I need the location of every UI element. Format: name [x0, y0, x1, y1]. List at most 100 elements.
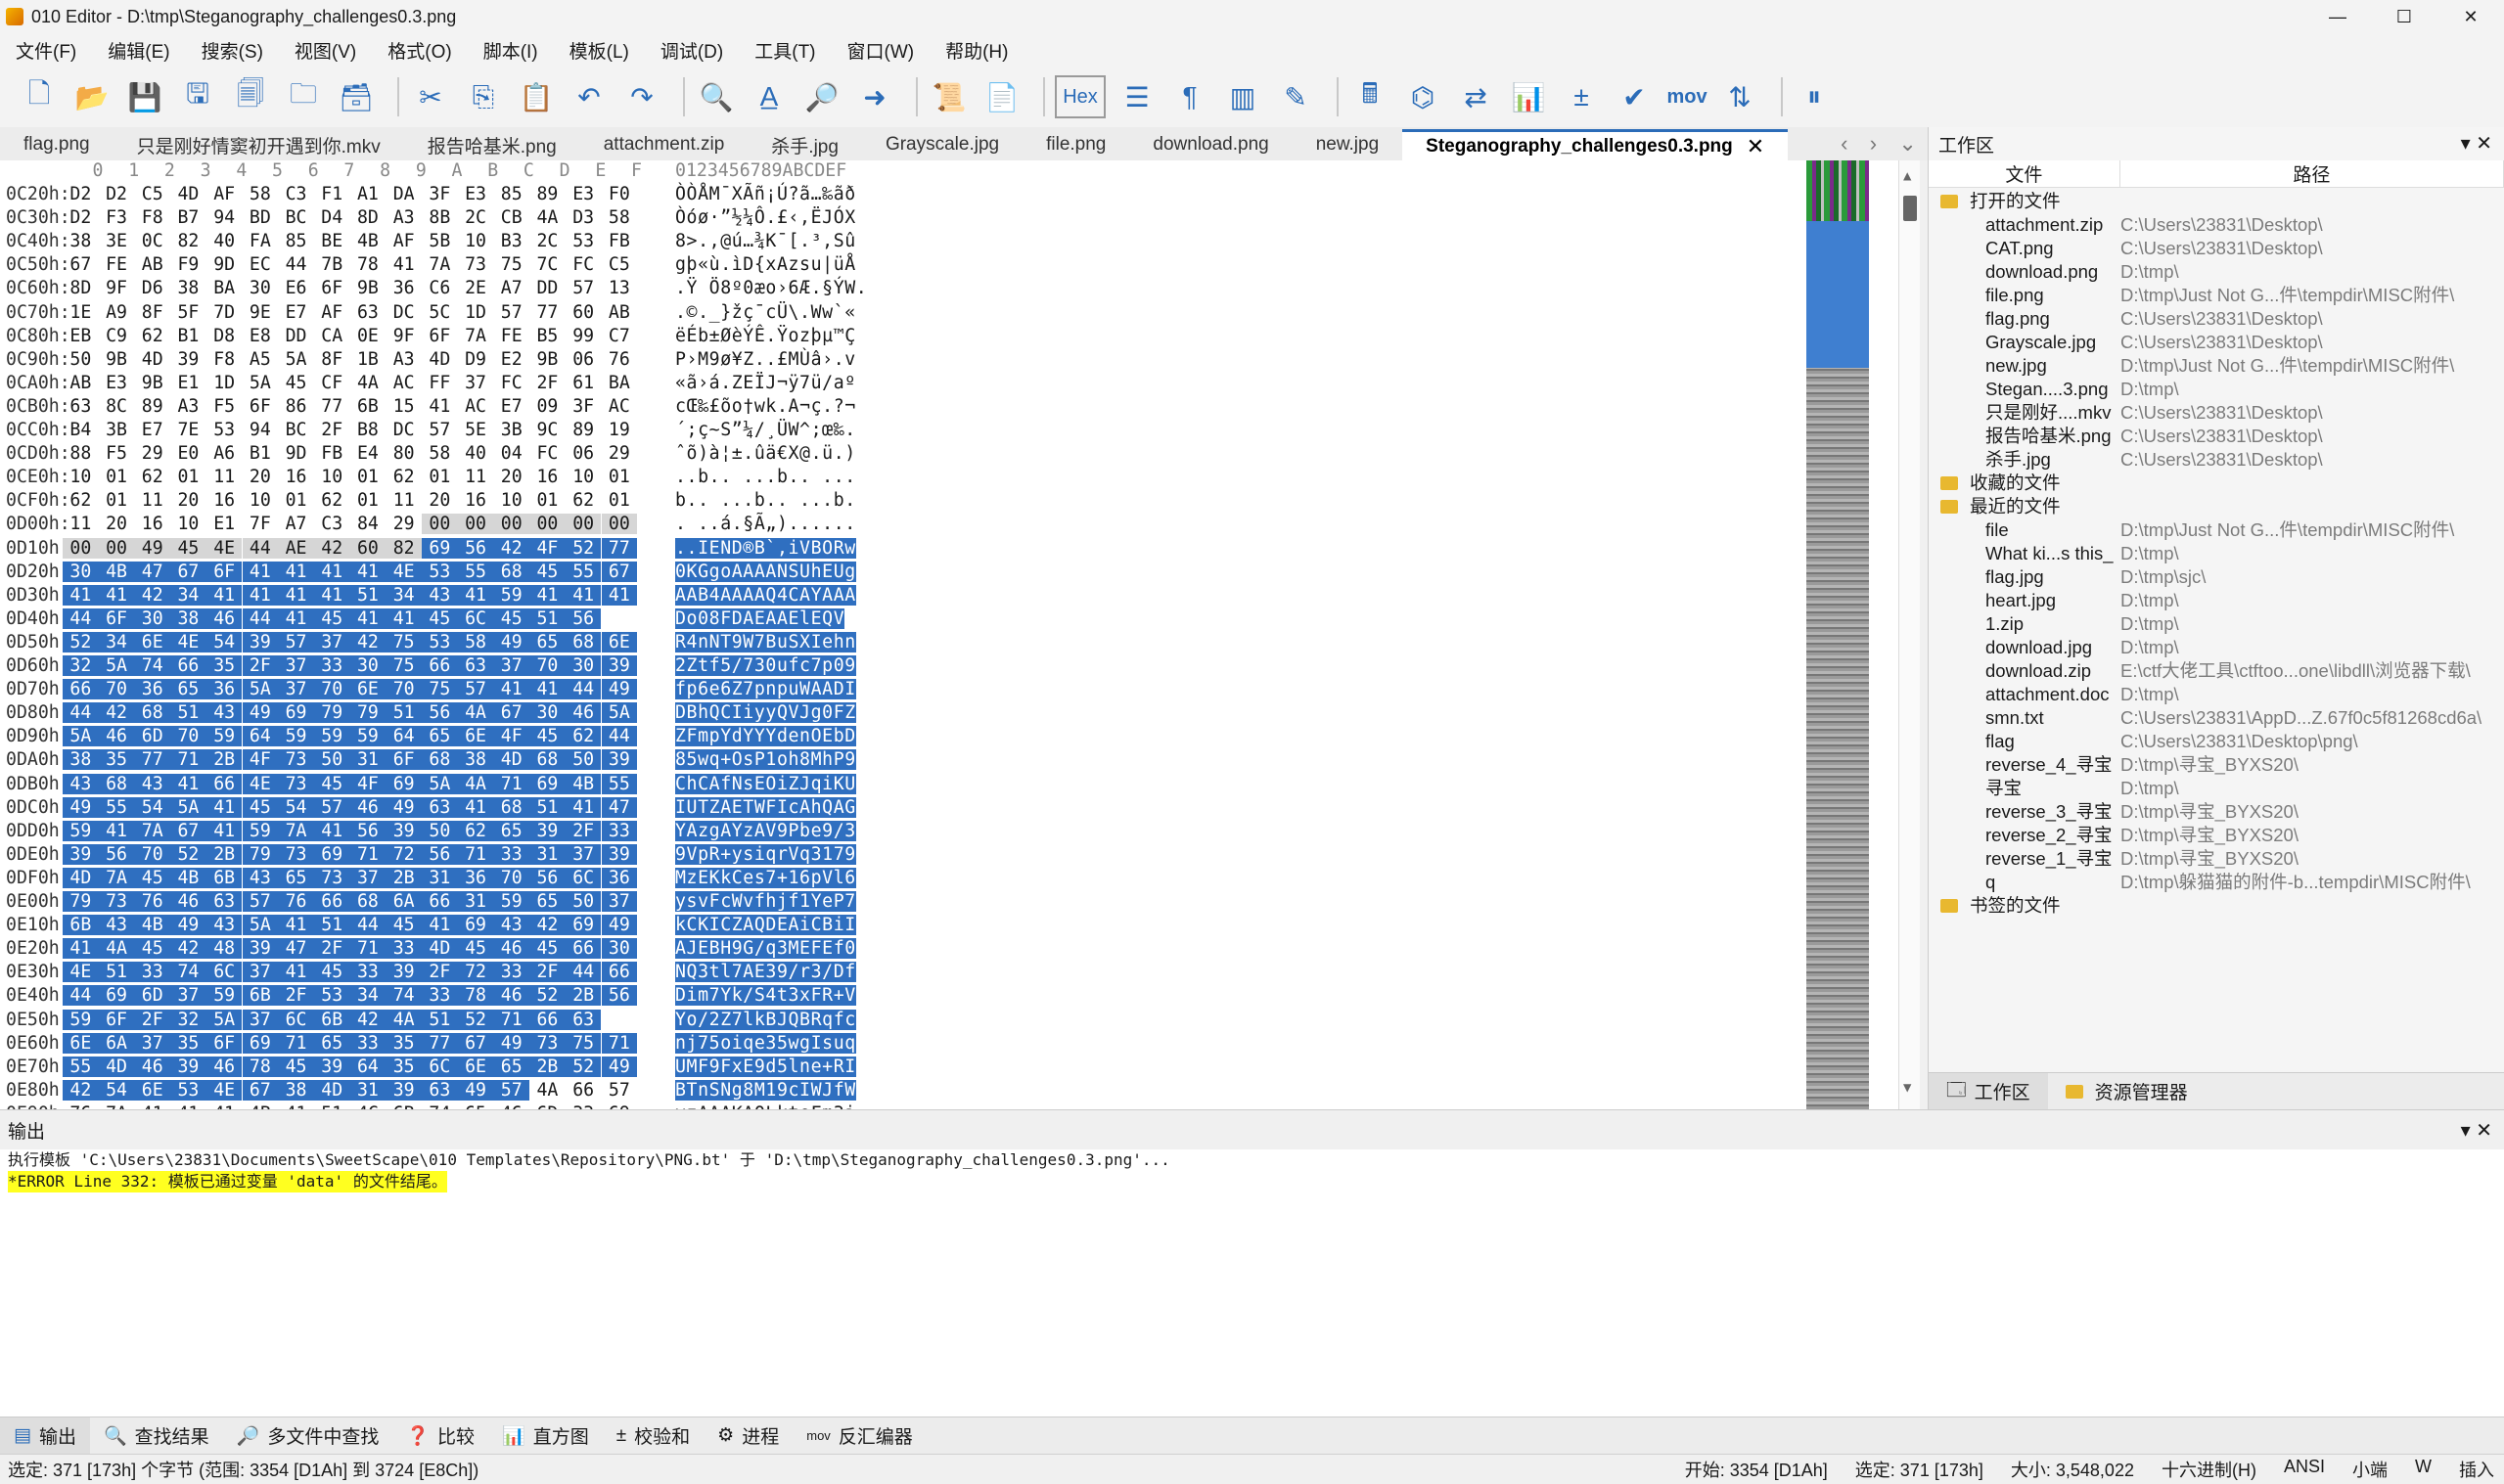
hex-byte[interactable]: E7	[493, 396, 529, 417]
hex-byte[interactable]: C7	[602, 326, 638, 346]
hex-row-ascii[interactable]: «ã›á.ZEÏJ¬ÿ7ü/aº	[675, 373, 856, 393]
hex-byte[interactable]: 39	[170, 1056, 206, 1077]
hex-byte[interactable]: 38	[63, 749, 99, 771]
hex-byte[interactable]: 61	[566, 373, 602, 393]
close-button[interactable]: ✕	[2437, 0, 2504, 33]
hex-byte[interactable]: E2	[493, 349, 529, 370]
hex-byte[interactable]: 62	[457, 820, 494, 841]
hex-byte[interactable]: 4D	[422, 938, 458, 960]
hex-byte[interactable]: 73	[529, 1032, 566, 1054]
pause-icon[interactable]: ⏸	[1793, 75, 1836, 118]
hex-byte[interactable]: 4B	[565, 773, 602, 794]
hex-byte[interactable]: 89	[529, 184, 566, 204]
hex-byte[interactable]: 49	[493, 1032, 530, 1054]
undo-icon[interactable]: ↶	[568, 75, 611, 118]
hex-byte[interactable]: B3	[493, 231, 529, 251]
hex-byte[interactable]: 52	[63, 631, 99, 652]
hex-byte[interactable]: 68	[349, 891, 387, 912]
hex-byte[interactable]: 2F	[565, 820, 602, 841]
hex-byte[interactable]: 58	[422, 443, 458, 464]
hex-byte[interactable]: 41	[98, 820, 135, 841]
tab-grayscale-jpg[interactable]: Grayscale.jpg	[862, 129, 1023, 160]
hex-row-ascii[interactable]: YAzgAYzAV9Pbe9/3	[675, 820, 856, 841]
workspace-file-item[interactable]: What ki...s this_ D:\tmp\	[1929, 542, 2504, 565]
hex-byte[interactable]: 39	[242, 631, 279, 652]
hex-byte[interactable]: 78	[242, 1056, 279, 1077]
menu-file[interactable]: 文件(F)	[0, 37, 92, 64]
workspace-file-item[interactable]: download.jpg D:\tmp\	[1929, 636, 2504, 659]
hex-byte[interactable]: 6C	[422, 1056, 458, 1077]
hex-row[interactable]: 0E10h: 6B 43 4B 49 43 5A 41 51 44 45 41 69 43 42 69 49 kC…	[0, 915, 881, 938]
hex-byte[interactable]: 39	[63, 843, 99, 865]
hex-byte[interactable]: 47	[278, 938, 314, 960]
hex-byte[interactable]: 71	[170, 749, 206, 771]
hex-byte[interactable]: 2B	[529, 1056, 566, 1077]
hex-byte[interactable]: 11	[386, 490, 422, 511]
hex-byte[interactable]: 33	[349, 1032, 387, 1054]
hex-byte[interactable]: BE	[314, 231, 350, 251]
columns-icon[interactable]: ▥	[1221, 75, 1264, 118]
hex-row-ascii[interactable]: .©._}žç¯cÜ\.Ww`«	[675, 302, 856, 323]
tab-output[interactable]: ▤ 输出	[0, 1417, 90, 1455]
hex-byte[interactable]: 6F	[98, 1009, 135, 1030]
hex-byte[interactable]: 39	[386, 1079, 422, 1101]
hex-byte[interactable]: 4D	[313, 1079, 350, 1101]
hex-byte[interactable]: 59	[493, 584, 530, 606]
hex-byte[interactable]: 68	[493, 796, 530, 818]
hex-byte[interactable]: 37	[458, 373, 494, 393]
hex-byte[interactable]: 71	[349, 938, 387, 960]
hex-byte[interactable]: F0	[602, 184, 638, 204]
hex-byte[interactable]: 51	[349, 584, 387, 606]
highlight-icon[interactable]: ✎	[1274, 75, 1317, 118]
hex-byte[interactable]: 09	[529, 396, 566, 417]
hex-byte[interactable]: 41	[313, 584, 350, 606]
hex-byte[interactable]: 29	[134, 443, 170, 464]
hex-row-ascii[interactable]: ysvFcWvfhjf1YeP7	[675, 891, 856, 912]
menu-debug[interactable]: 调试(D)	[645, 37, 739, 64]
hex-byte[interactable]: 36	[134, 679, 171, 700]
hex-byte[interactable]: 01	[602, 490, 638, 511]
hex-byte[interactable]: 46	[493, 938, 530, 960]
hex-byte[interactable]: 41	[242, 561, 279, 582]
hex-row[interactable]: 0D70h: 66 70 36 65 36 5A 37 70 6E 70 75 57 41 41 44 49 fp…	[0, 679, 881, 702]
hex-byte[interactable]: 6F	[205, 1032, 243, 1054]
hex-byte[interactable]: CF	[314, 373, 350, 393]
hex-byte[interactable]: 16	[458, 490, 494, 511]
hex-byte[interactable]: 38	[278, 1079, 314, 1101]
hex-byte[interactable]: 6D	[134, 985, 171, 1007]
tab-steganography-png[interactable]: Steganography_challenges0.3.png ✕	[1402, 129, 1789, 160]
find-icon[interactable]: 🔍	[695, 75, 738, 118]
tab-close-icon[interactable]: ✕	[1747, 134, 1764, 159]
hex-row[interactable]: 0D30h: 41 41 42 34 41 41 41 41 51 34 43 41 59 41 41 41 AA…	[0, 584, 881, 608]
hex-byte[interactable]: 5E	[458, 420, 494, 440]
hex-byte[interactable]: FC	[493, 373, 529, 393]
hex-row[interactable]: 0D60h: 32 5A 74 66 35 2F 37 33 30 75 66 63 37 70 30 39 2Z…	[0, 655, 881, 679]
hex-byte[interactable]: 60	[349, 537, 387, 559]
hex-byte[interactable]: C3	[314, 514, 350, 534]
hex-byte[interactable]: BD	[243, 207, 279, 228]
hex-byte[interactable]: 45	[134, 938, 171, 960]
hex-byte[interactable]: 66	[63, 679, 99, 700]
hex-byte[interactable]: 52	[565, 537, 602, 559]
copy-icon[interactable]: ⎘	[462, 75, 505, 118]
hex-byte[interactable]: 62	[566, 490, 602, 511]
hex-byte[interactable]: 69	[242, 1032, 279, 1054]
hex-byte[interactable]: 39	[170, 349, 206, 370]
hex-byte[interactable]: 44	[63, 607, 99, 629]
hex-byte[interactable]: 00	[457, 514, 494, 535]
hex-byte[interactable]: 6E	[601, 631, 638, 652]
cut-icon[interactable]: ✂	[409, 75, 452, 118]
hex-byte[interactable]: 41	[349, 561, 387, 582]
hex-row-ascii[interactable]: fp6e6Z7pnpuWAADI	[675, 679, 856, 700]
hex-byte[interactable]: 44	[63, 985, 99, 1007]
replace-icon[interactable]: A̲	[748, 75, 791, 118]
tab-left-icon[interactable]: ‹	[1841, 131, 1847, 157]
hex-byte[interactable]: 69	[457, 915, 494, 936]
tab-explorer[interactable]: 资源管理器	[2048, 1073, 2206, 1110]
hex-byte[interactable]: 10	[63, 467, 99, 487]
tab-download-png[interactable]: download.png	[1129, 129, 1292, 160]
hex-byte[interactable]: BC	[278, 207, 314, 228]
hex-byte[interactable]: 45	[170, 537, 206, 559]
hex-byte[interactable]: 3B	[493, 420, 529, 440]
hex-row[interactable]: 0E50h: 59 6F 2F 32 5A 37 6C 6B 42 4A 51 52 71 66 63 Yo/2…	[0, 1009, 881, 1033]
